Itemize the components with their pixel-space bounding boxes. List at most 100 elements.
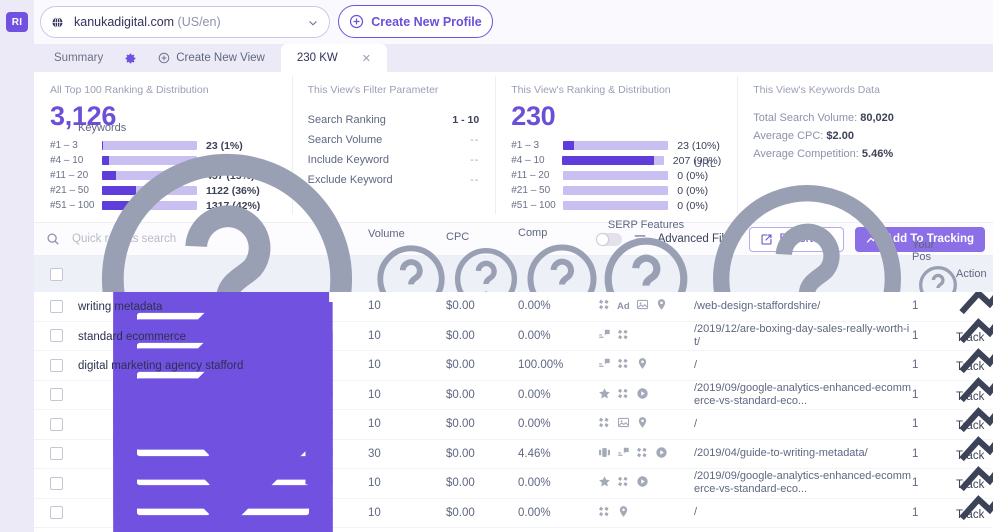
- profile-locale: (US/en): [177, 15, 221, 29]
- table-row[interactable]: digital marketing agency stafford 10 $0.00…: [34, 360, 993, 532]
- review-star-icon[interactable]: [598, 475, 611, 491]
- cell-your-pos: 1: [912, 506, 919, 519]
- cell-url[interactable]: /web-design-staffordshire/: [694, 300, 912, 313]
- cell-volume: 10: [368, 506, 381, 519]
- row-checkbox[interactable]: [49, 299, 63, 313]
- close-icon[interactable]: ✕: [362, 52, 371, 65]
- tab-strip: Summary Create New View 230 KW ✕: [34, 44, 993, 72]
- column-header-url-label: URL: [694, 157, 716, 170]
- distribution-bar: [563, 171, 669, 181]
- cell-serp-features: [598, 475, 694, 491]
- image-icon[interactable]: [617, 416, 630, 432]
- plus-circle-icon: [158, 52, 170, 64]
- tab-summary[interactable]: Summary: [38, 44, 119, 72]
- sitelinks-icon[interactable]: [617, 475, 630, 491]
- cell-url[interactable]: /2019/04/guide-to-writing-metadata/: [694, 447, 912, 460]
- featured-snippet-icon[interactable]: [598, 328, 611, 344]
- cell-volume: 10: [368, 329, 381, 342]
- cell-cpc: $0.00: [446, 506, 475, 519]
- video-icon[interactable]: [636, 387, 649, 403]
- row-checkbox[interactable]: [49, 417, 63, 431]
- column-header-cpc-label: CPC: [446, 230, 470, 243]
- filter-value: 1 - 10: [452, 114, 480, 126]
- local-pin-icon[interactable]: [655, 298, 668, 314]
- image-icon[interactable]: [636, 298, 649, 314]
- track-button[interactable]: Track: [956, 475, 993, 532]
- cell-url[interactable]: /: [694, 506, 912, 519]
- distribution-row: #11 – 20 0 (0%): [511, 168, 721, 183]
- profile-selector[interactable]: kanukadigital.com (US/en): [40, 6, 330, 38]
- cell-url[interactable]: /: [694, 418, 912, 431]
- row-checkbox[interactable]: [49, 358, 63, 372]
- keywords-data-key: Total Search Volume:: [753, 112, 858, 124]
- cell-volume: 10: [368, 388, 381, 401]
- local-pin-icon[interactable]: [636, 357, 649, 373]
- row-checkbox[interactable]: [49, 476, 63, 490]
- sitelinks-icon[interactable]: [598, 416, 611, 432]
- keywords-data-value: $2.00: [826, 130, 854, 142]
- distribution-label: #51 – 100: [511, 200, 556, 212]
- keyword-text: standard ecommerce: [78, 330, 187, 343]
- cell-volume: 10: [368, 418, 381, 431]
- cell-cpc: $0.00: [446, 359, 475, 372]
- select-all-checkbox[interactable]: [49, 267, 63, 281]
- row-checkbox[interactable]: [49, 447, 63, 461]
- app-logo[interactable]: RI: [6, 12, 28, 32]
- panel-view-ranking-title: This View's Ranking & Distribution: [511, 84, 671, 96]
- distribution-bar: [563, 201, 669, 211]
- cell-url[interactable]: /2019/12/are-boxing-day-sales-really-wor…: [694, 323, 912, 349]
- create-new-profile-button[interactable]: Create New Profile: [338, 5, 493, 38]
- row-checkbox[interactable]: [49, 388, 63, 402]
- carousel-icon[interactable]: [598, 446, 611, 462]
- review-star-icon[interactable]: [598, 387, 611, 403]
- column-header-serp-label: SERP Features: [607, 218, 685, 231]
- row-checkbox[interactable]: [49, 329, 63, 343]
- local-pin-icon[interactable]: [636, 416, 649, 432]
- distribution-label: #1 – 3: [511, 140, 540, 152]
- local-pin-icon[interactable]: [617, 505, 630, 521]
- cell-your-pos: 1: [912, 418, 919, 431]
- tab-230-kw[interactable]: 230 KW ✕: [280, 44, 387, 72]
- distribution-label: #11 – 20: [511, 170, 550, 182]
- row-checkbox-cell: [34, 506, 78, 520]
- panel-keywords-data-title: This View's Keywords Data: [753, 84, 880, 96]
- search-icon: [46, 232, 60, 246]
- row-checkbox-cell: [34, 476, 78, 490]
- filter-value: --: [470, 154, 480, 166]
- sitelinks-icon[interactable]: [617, 387, 630, 403]
- row-checkbox[interactable]: [49, 506, 63, 520]
- column-header-action: Action: [956, 268, 987, 280]
- video-icon[interactable]: [636, 475, 649, 491]
- cell-serp-features: [598, 387, 694, 403]
- column-header-your-pos-label: Your Pos: [912, 238, 935, 263]
- gear-icon: [124, 52, 137, 65]
- cell-serp-features: Ad: [598, 298, 694, 314]
- keyword-text: writing metadata: [78, 301, 163, 314]
- cell-serp-features: [598, 328, 694, 344]
- left-rail: RI: [0, 0, 34, 532]
- ad-label: Ad: [617, 300, 630, 312]
- cell-volume: 10: [368, 359, 381, 372]
- cell-url[interactable]: /2019/09/google-analytics-enhanced-ecomm…: [694, 470, 912, 496]
- cell-volume: 10: [368, 300, 381, 313]
- view-settings-button[interactable]: [119, 44, 142, 72]
- sitelinks-icon[interactable]: [636, 446, 649, 462]
- distribution-row: #51 – 100 0 (0%): [511, 198, 721, 213]
- sitelinks-icon[interactable]: [598, 505, 611, 521]
- create-new-profile-label: Create New Profile: [371, 14, 482, 29]
- video-icon[interactable]: [655, 446, 668, 462]
- cell-comp: 0.00%: [518, 329, 551, 342]
- cell-url[interactable]: /: [694, 359, 912, 372]
- sitelinks-icon[interactable]: [598, 298, 611, 314]
- chevron-down-icon[interactable]: [307, 16, 319, 28]
- featured-snippet-icon[interactable]: [598, 357, 611, 373]
- featured-snippet-icon[interactable]: [617, 446, 630, 462]
- sitelinks-icon[interactable]: [617, 328, 630, 344]
- cell-keyword: digital marketing agency stafford: [78, 360, 368, 532]
- cell-url[interactable]: /2019/09/google-analytics-enhanced-ecomm…: [694, 382, 912, 408]
- cell-your-pos: 1: [912, 447, 919, 460]
- sitelinks-icon[interactable]: [617, 357, 630, 373]
- top-bar: kanukadigital.com (US/en) Create New Pro…: [34, 0, 993, 44]
- create-new-view-button[interactable]: Create New View: [142, 44, 281, 72]
- create-new-view-label: Create New View: [176, 52, 265, 64]
